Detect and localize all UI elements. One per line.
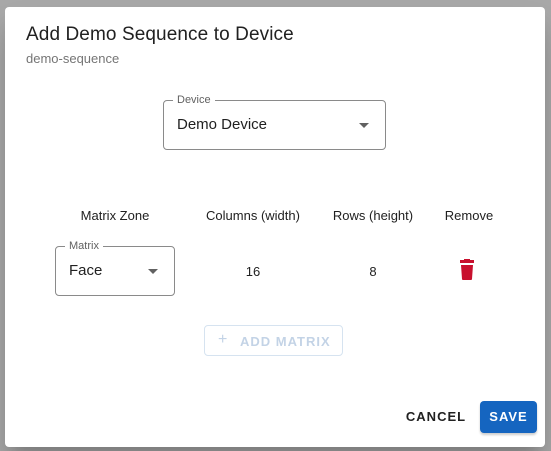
add-matrix-label: ADD MATRIX bbox=[240, 334, 331, 349]
rows-value: 8 bbox=[369, 264, 377, 279]
cancel-button[interactable]: CANCEL bbox=[398, 401, 474, 433]
header-columns: Columns (width) bbox=[206, 208, 300, 223]
matrix-select-value: Face bbox=[69, 262, 103, 279]
chevron-down-icon bbox=[359, 123, 369, 128]
cancel-button-label: CANCEL bbox=[405, 409, 467, 424]
matrix-select[interactable]: Matrix Face bbox=[55, 240, 175, 296]
device-select-value: Demo Device bbox=[177, 116, 268, 133]
add-matrix-button[interactable]: + ADD MATRIX bbox=[204, 325, 343, 356]
save-button-label: SAVE bbox=[489, 409, 528, 424]
header-remove: Remove bbox=[444, 208, 494, 223]
chevron-down-icon bbox=[148, 269, 158, 274]
columns-value: 16 bbox=[245, 264, 261, 279]
device-select[interactable]: Device Demo Device bbox=[163, 94, 386, 150]
dialog-subtitle: demo-sequence bbox=[26, 51, 120, 66]
header-matrix-zone: Matrix Zone bbox=[80, 208, 150, 223]
trash-icon bbox=[460, 259, 474, 280]
plus-icon: + bbox=[218, 331, 228, 348]
add-sequence-dialog: Add Demo Sequence to Device demo-sequenc… bbox=[5, 7, 545, 447]
matrix-select-label: Matrix bbox=[65, 240, 103, 253]
header-rows: Rows (height) bbox=[332, 208, 414, 223]
save-button[interactable]: SAVE bbox=[480, 401, 537, 433]
delete-matrix-button[interactable] bbox=[457, 259, 477, 281]
dialog-title: Add Demo Sequence to Device bbox=[26, 24, 294, 45]
device-select-label: Device bbox=[173, 94, 215, 107]
